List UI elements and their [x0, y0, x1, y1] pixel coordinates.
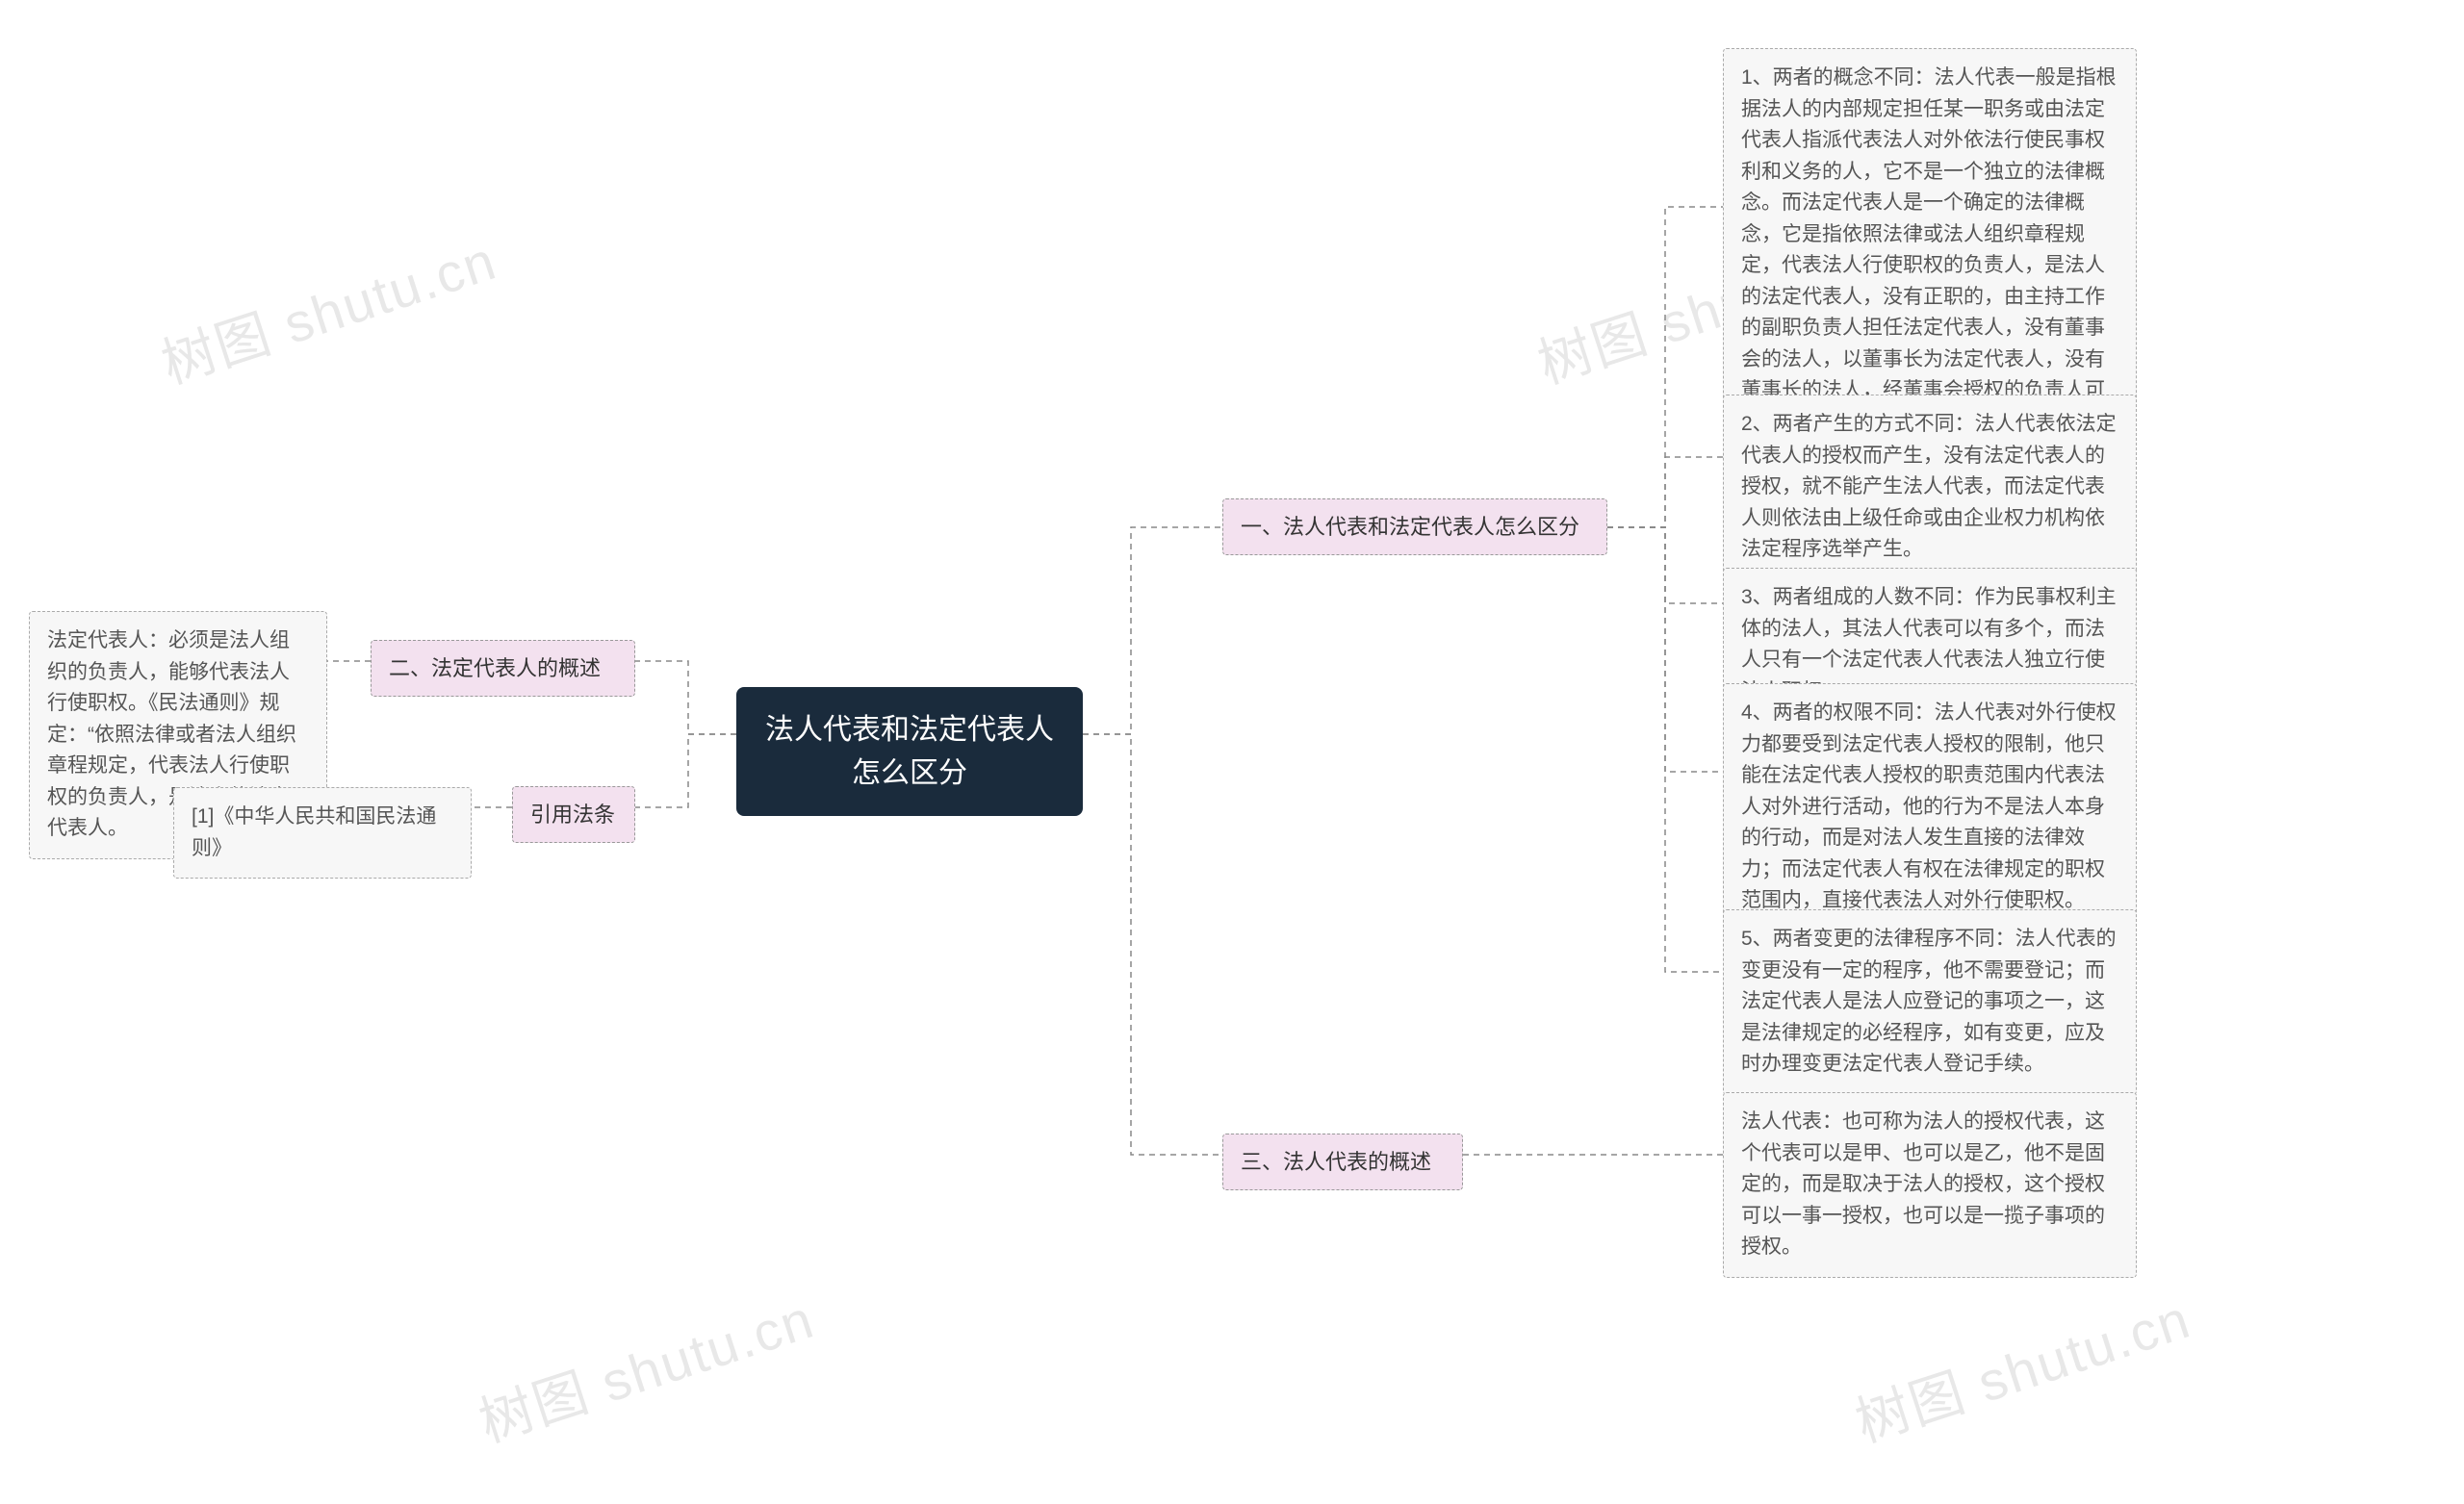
- leaf-s1-item5: 5、两者变更的法律程序不同：法人代表的变更没有一定的程序，他不需要登记；而法定代…: [1723, 909, 2137, 1095]
- leaf-citations-content: [1]《中华人民共和国民法通则》: [173, 787, 472, 879]
- branch-section2: 二、法定代表人的概述: [371, 640, 635, 697]
- leaf-s1-item4: 4、两者的权限不同：法人代表对外行使权力都要受到法定代表人授权的限制，他只能在法…: [1723, 683, 2137, 931]
- watermark: 树图 shutu.cn: [468, 1276, 823, 1458]
- watermark: 树图 shutu.cn: [150, 217, 505, 399]
- branch-section3: 三、法人代表的概述: [1222, 1134, 1463, 1190]
- root-node: 法人代表和法定代表人怎么区分: [736, 687, 1083, 816]
- branch-section1: 一、法人代表和法定代表人怎么区分: [1222, 498, 1607, 555]
- branch-citations: 引用法条: [512, 786, 635, 843]
- watermark: 树图 shutu.cn: [1844, 1276, 2199, 1458]
- leaf-s1-item2: 2、两者产生的方式不同：法人代表依法定代表人的授权而产生，没有法定代表人的授权，…: [1723, 395, 2137, 580]
- leaf-s1-item1: 1、两者的概念不同：法人代表一般是指根据法人的内部规定担任某一职务或由法定代表人…: [1723, 48, 2137, 453]
- leaf-s3-content: 法人代表：也可称为法人的授权代表，这个代表可以是甲、也可以是乙，他不是固定的，而…: [1723, 1092, 2137, 1278]
